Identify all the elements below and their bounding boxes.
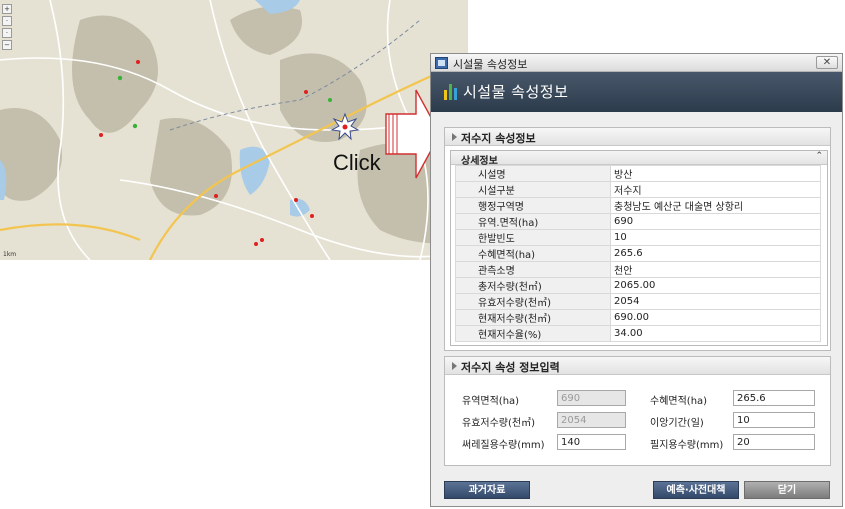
transplant-period-label: 이앙기간(일) xyxy=(650,418,704,429)
property-key: 현재저수량(천㎥) xyxy=(455,309,611,326)
reservoir-info-header[interactable]: 저수지 속성정보 xyxy=(445,128,830,146)
benefit-area-input[interactable] xyxy=(733,390,815,406)
map-scale-label: 1km xyxy=(3,251,17,258)
benefit-area-row: 수혜면적(ha) xyxy=(650,392,707,407)
close-button[interactable]: 닫기 xyxy=(744,481,830,499)
watershed-area-input[interactable] xyxy=(557,390,626,406)
reservoir-input-header[interactable]: 저수지 속성 정보입력 xyxy=(445,357,830,375)
window-title: 시설물 속성정보 xyxy=(453,58,528,71)
property-value: 10 xyxy=(610,229,821,246)
property-value: 690 xyxy=(610,213,821,230)
zoom-in-button[interactable]: + xyxy=(2,4,12,14)
bar-chart-icon xyxy=(444,84,458,100)
expand-triangle-icon xyxy=(452,133,457,141)
puddling-water-row: 써레질용수량(mm) xyxy=(462,436,545,451)
zoom-level-button[interactable]: · xyxy=(2,28,12,38)
collapse-icon[interactable]: ⌃ xyxy=(815,151,823,161)
required-water-input[interactable] xyxy=(733,434,815,450)
property-value: 265.6 xyxy=(610,245,821,262)
marker-red[interactable] xyxy=(304,90,308,94)
zoom-level-button[interactable]: · xyxy=(2,16,12,26)
property-value: 2054 xyxy=(610,293,821,310)
transplant-period-row: 이앙기간(일) xyxy=(650,414,704,429)
marker-red[interactable] xyxy=(294,198,298,202)
property-row: 수혜면적(ha) 265.6 xyxy=(455,245,821,262)
property-row: 시설구분 저수지 xyxy=(455,181,821,198)
benefit-area-label: 수혜면적(ha) xyxy=(650,396,708,407)
marker-red[interactable] xyxy=(136,60,140,64)
transplant-period-input[interactable] xyxy=(733,412,815,428)
marker-green[interactable] xyxy=(328,98,332,102)
watershed-area-label: 유역면적(ha) xyxy=(462,396,520,407)
property-key: 시설구분 xyxy=(455,181,611,198)
reservoir-input-title: 저수지 속성 정보입력 xyxy=(461,361,560,374)
marker-green[interactable] xyxy=(132,123,138,129)
property-key: 시설명 xyxy=(455,165,611,182)
dialog-header: 시설물 속성정보 xyxy=(431,72,842,112)
marker-red[interactable] xyxy=(214,194,218,198)
effective-storage-label: 유효저수량(천㎥) xyxy=(462,418,536,429)
zoom-out-button[interactable]: − xyxy=(2,40,12,50)
history-data-button[interactable]: 과거자료 xyxy=(444,481,530,499)
reservoir-info-title: 저수지 속성정보 xyxy=(461,132,536,145)
property-row: 총저수량(천㎥) 2065.00 xyxy=(455,277,821,294)
property-row: 시설명 방산 xyxy=(455,165,821,182)
property-value: 방산 xyxy=(610,165,821,182)
property-row: 현재저수량(천㎥) 690.00 xyxy=(455,309,821,326)
required-water-label: 필지용수량(mm) xyxy=(650,440,724,451)
property-row: 유효저수량(천㎥) 2054 xyxy=(455,293,821,310)
property-table: 시설명 방산 시설구분 저수지 행정구역명 충청남도 예산군 대술면 상항리 유역.면적(h… xyxy=(455,165,821,342)
property-row: 관측소명 천안 xyxy=(455,261,821,278)
property-value: 2065.00 xyxy=(610,277,821,294)
puddling-water-label: 써레질용수량(mm) xyxy=(462,440,545,451)
expand-triangle-icon xyxy=(452,362,457,370)
detail-grid: 상세정보 ⌃ 시설명 방산 시설구분 저수지 행정구역명 충청남도 예산군 대술면 상항리… xyxy=(450,150,828,346)
effective-storage-row: 유효저수량(천㎥) xyxy=(462,414,535,429)
property-key: 유효저수량(천㎥) xyxy=(455,293,611,310)
marker-red[interactable] xyxy=(310,214,314,218)
property-value: 저수지 xyxy=(610,181,821,198)
puddling-water-input[interactable] xyxy=(557,434,626,450)
property-value: 34.00 xyxy=(610,325,821,342)
reservoir-input-panel: 저수지 속성 정보입력 유역면적(ha) 수혜면적(ha) 유효저수량(천㎥) … xyxy=(444,356,831,466)
marker-red[interactable] xyxy=(260,238,264,242)
dialog-heading: 시설물 속성정보 xyxy=(463,83,569,101)
close-icon[interactable]: ✕ xyxy=(816,56,838,69)
property-key: 행정구역명 xyxy=(455,197,611,214)
property-value: 천안 xyxy=(610,261,821,278)
effective-storage-input[interactable] xyxy=(557,412,626,428)
property-key: 현재저수율(%) xyxy=(455,325,611,342)
facility-info-dialog: 시설물 속성정보 ✕ 시설물 속성정보 저수지 속성정보 상세정보 ⌃ 시설명 방… xyxy=(430,53,843,507)
click-annotation: Click xyxy=(333,150,381,175)
property-key: 관측소명 xyxy=(455,261,611,278)
required-water-row: 필지용수량(mm) xyxy=(650,436,723,451)
property-value: 690.00 xyxy=(610,309,821,326)
property-value: 충청남도 예산군 대술면 상항리 xyxy=(610,197,821,214)
watershed-area-row: 유역면적(ha) xyxy=(462,392,519,407)
marker-red[interactable] xyxy=(254,242,258,246)
app-icon xyxy=(435,57,448,69)
reservoir-info-panel: 저수지 속성정보 상세정보 ⌃ 시설명 방산 시설구분 저수지 행정구역명 충청남도 예산… xyxy=(444,127,831,351)
dialog-titlebar[interactable]: 시설물 속성정보 ✕ xyxy=(431,54,842,72)
property-row: 유역.면적(ha) 690 xyxy=(455,213,821,230)
property-key: 유역.면적(ha) xyxy=(455,213,611,230)
property-row: 한발빈도 10 xyxy=(455,229,821,246)
forecast-button[interactable]: 예측·사전대책 xyxy=(653,481,739,499)
marker-red[interactable] xyxy=(99,133,103,137)
property-row: 행정구역명 충청남도 예산군 대술면 상항리 xyxy=(455,197,821,214)
property-key: 한발빈도 xyxy=(455,229,611,246)
detail-header[interactable]: 상세정보 ⌃ xyxy=(451,151,827,167)
property-key: 총저수량(천㎥) xyxy=(455,277,611,294)
property-row: 현재저수율(%) 34.00 xyxy=(455,325,821,342)
marker-green[interactable] xyxy=(117,75,123,81)
property-key: 수혜면적(ha) xyxy=(455,245,611,262)
detail-title: 상세정보 xyxy=(461,156,498,167)
